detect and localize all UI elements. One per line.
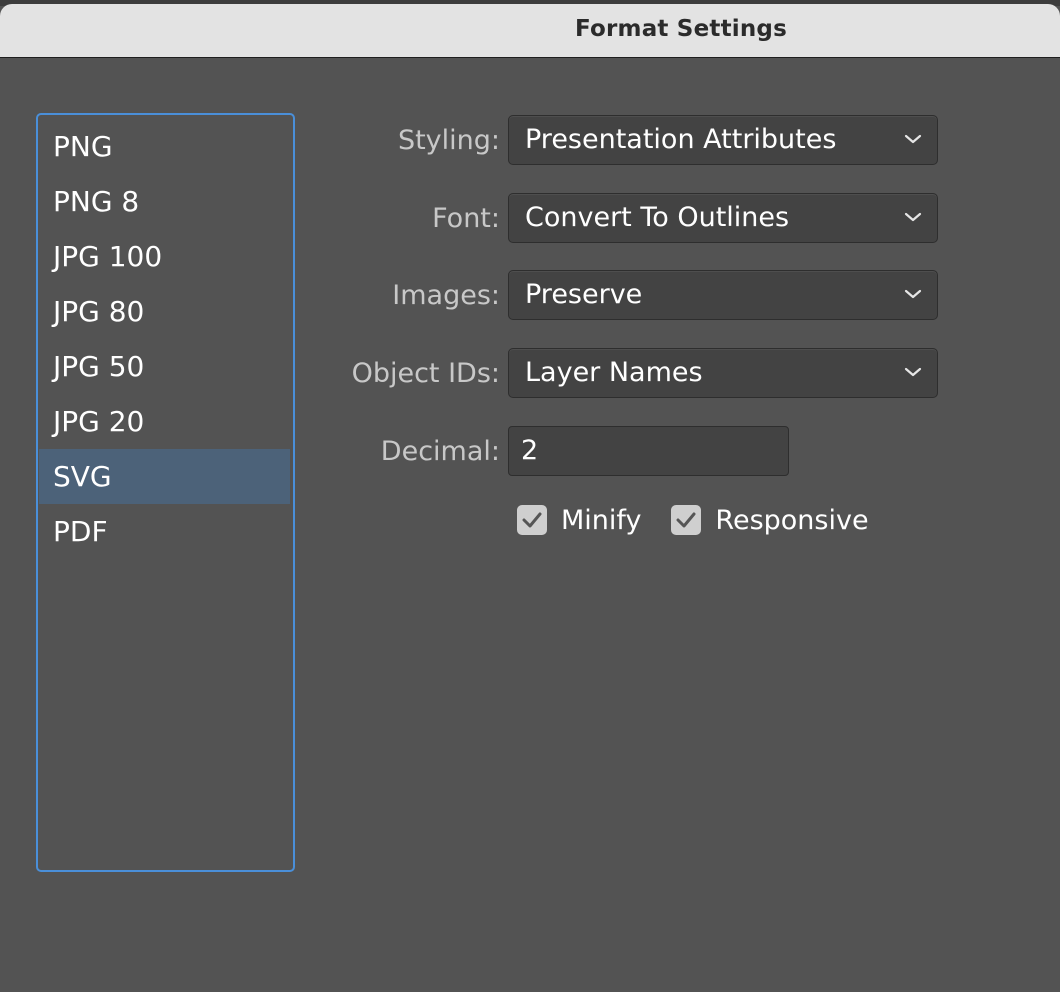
responsive-checkbox[interactable]: Responsive xyxy=(671,504,869,536)
font-select[interactable]: Convert To Outlines xyxy=(508,193,938,243)
format-item-png-8[interactable]: PNG 8 xyxy=(39,174,290,229)
styling-select[interactable]: Presentation Attributes xyxy=(508,115,938,165)
format-list[interactable]: PNG PNG 8 JPG 100 JPG 80 JPG 50 JPG 20 S… xyxy=(36,113,295,872)
images-row: Images: Preserve xyxy=(300,269,938,321)
chevron-down-icon xyxy=(904,289,922,299)
images-label: Images: xyxy=(392,279,500,311)
font-row: Font: Convert To Outlines xyxy=(300,192,938,244)
object-ids-row: Object IDs: Layer Names xyxy=(300,347,938,399)
styling-value: Presentation Attributes xyxy=(525,124,837,155)
format-item-jpg-80[interactable]: JPG 80 xyxy=(39,284,290,339)
decimal-value: 2 xyxy=(521,435,539,466)
format-item-jpg-20[interactable]: JPG 20 xyxy=(39,394,290,449)
images-select[interactable]: Preserve xyxy=(508,270,938,320)
chevron-down-icon xyxy=(904,134,922,144)
format-item-jpg-100[interactable]: JPG 100 xyxy=(39,229,290,284)
title-bar[interactable]: Format Settings xyxy=(0,4,1060,58)
minify-checkbox-box[interactable] xyxy=(517,505,547,535)
object-ids-select[interactable]: Layer Names xyxy=(508,348,938,398)
images-value: Preserve xyxy=(525,279,643,310)
responsive-label: Responsive xyxy=(715,504,869,536)
options-checkboxes: Minify Responsive xyxy=(517,500,869,540)
format-item-jpg-50[interactable]: JPG 50 xyxy=(39,339,290,394)
font-label: Font: xyxy=(432,202,500,234)
format-item-svg[interactable]: SVG xyxy=(39,449,290,504)
responsive-checkbox-box[interactable] xyxy=(671,505,702,535)
minify-label: Minify xyxy=(561,504,642,536)
object-ids-value: Layer Names xyxy=(525,357,703,388)
chevron-down-icon xyxy=(904,212,922,222)
checkmark-icon xyxy=(676,512,696,528)
checkmark-icon xyxy=(522,512,542,528)
object-ids-label: Object IDs: xyxy=(351,357,500,389)
decimal-input[interactable]: 2 xyxy=(508,426,789,476)
chevron-down-icon xyxy=(904,367,922,377)
minify-checkbox[interactable]: Minify xyxy=(517,505,641,536)
format-settings-dialog: Format Settings PNG PNG 8 JPG 100 JPG 80… xyxy=(0,0,1060,992)
styling-row: Styling: Presentation Attributes xyxy=(300,114,938,166)
format-item-png[interactable]: PNG xyxy=(39,119,290,174)
decimal-row: Decimal: 2 xyxy=(300,425,789,477)
format-item-pdf[interactable]: PDF xyxy=(39,504,290,559)
styling-label: Styling: xyxy=(397,124,500,156)
decimal-label: Decimal: xyxy=(380,435,500,467)
font-value: Convert To Outlines xyxy=(525,202,790,233)
window-title: Format Settings xyxy=(575,16,787,42)
